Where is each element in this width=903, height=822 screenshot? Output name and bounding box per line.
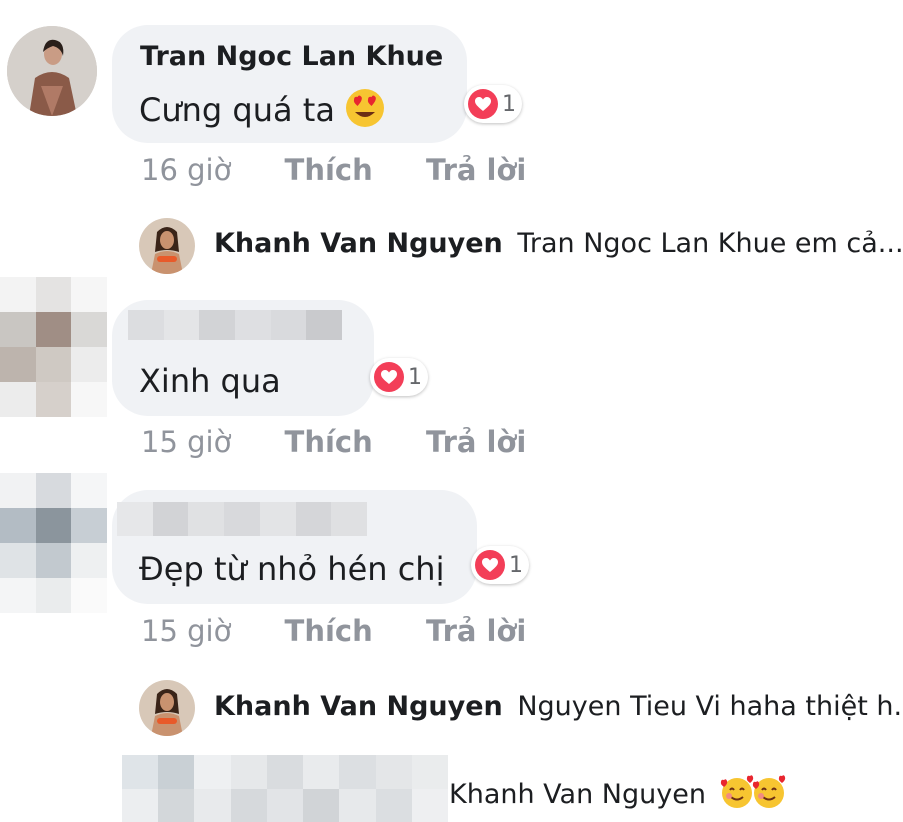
reply-preview[interactable]: Khanh Van Nguyen: [449, 774, 789, 817]
comment-time: 16 giờ: [141, 153, 232, 187]
blurred-name: [122, 755, 448, 822]
avatar[interactable]: [0, 473, 107, 613]
comment-time: 15 giờ: [141, 614, 232, 648]
reply-author[interactable]: Khanh Van Nguyen: [214, 228, 503, 259]
reaction-number: 1: [408, 364, 422, 390]
reply-button[interactable]: Trả lời: [426, 425, 526, 459]
reply-button[interactable]: Trả lời: [426, 614, 526, 648]
profile-photo-icon: [139, 680, 195, 736]
like-button[interactable]: Thích: [285, 153, 373, 187]
comment-text: Cưng quá ta: [139, 88, 385, 136]
comment-text: Đẹp từ nhỏ hén chị: [139, 550, 445, 588]
like-button[interactable]: Thích: [285, 614, 373, 648]
heart-reaction-icon: [475, 550, 505, 580]
reaction-number: 1: [502, 91, 516, 117]
reply-text: Khanh Van Nguyen: [449, 779, 706, 810]
avatar[interactable]: [139, 680, 195, 736]
comment-time: 15 giờ: [141, 425, 232, 459]
commenter-name[interactable]: Tran Ngoc Lan Khue: [140, 41, 443, 72]
like-button[interactable]: Thích: [285, 425, 373, 459]
comment-actions: 15 giờ Thích Trả lời: [141, 425, 526, 459]
heart-reaction-icon: [468, 89, 498, 119]
reply-text: Tran Ngoc Lan Khue em cả...: [517, 228, 903, 259]
blurred-name: [117, 502, 367, 536]
heart-eyes-emoji-icon: [345, 88, 385, 136]
profile-photo-icon: [7, 26, 97, 116]
reply-button[interactable]: Trả lời: [426, 153, 526, 187]
comment-actions: 16 giờ Thích Trả lời: [141, 153, 526, 187]
avatar[interactable]: [0, 277, 107, 417]
reaction-number: 1: [509, 552, 523, 578]
reply-preview[interactable]: Khanh Van Nguyen Tran Ngoc Lan Khue em c…: [214, 228, 903, 259]
blurred-name: [128, 310, 342, 340]
reaction-count[interactable]: 1: [471, 546, 529, 584]
reaction-count[interactable]: 1: [464, 85, 522, 123]
reply-preview[interactable]: Khanh Van Nguyen Nguyen Tieu Vi haha thi…: [214, 691, 903, 722]
comment-text: Xinh qua: [139, 362, 281, 400]
avatar[interactable]: [7, 26, 97, 116]
avatar[interactable]: [139, 218, 195, 274]
smiling-hearts-emoji-icon: [719, 774, 789, 817]
reaction-count[interactable]: 1: [370, 358, 428, 396]
heart-reaction-icon: [374, 362, 404, 392]
reply-author[interactable]: Khanh Van Nguyen: [214, 691, 503, 722]
reply-text: Nguyen Tieu Vi haha thiệt h...: [517, 691, 903, 722]
comment-actions: 15 giờ Thích Trả lời: [141, 614, 526, 648]
profile-photo-icon: [139, 218, 195, 274]
